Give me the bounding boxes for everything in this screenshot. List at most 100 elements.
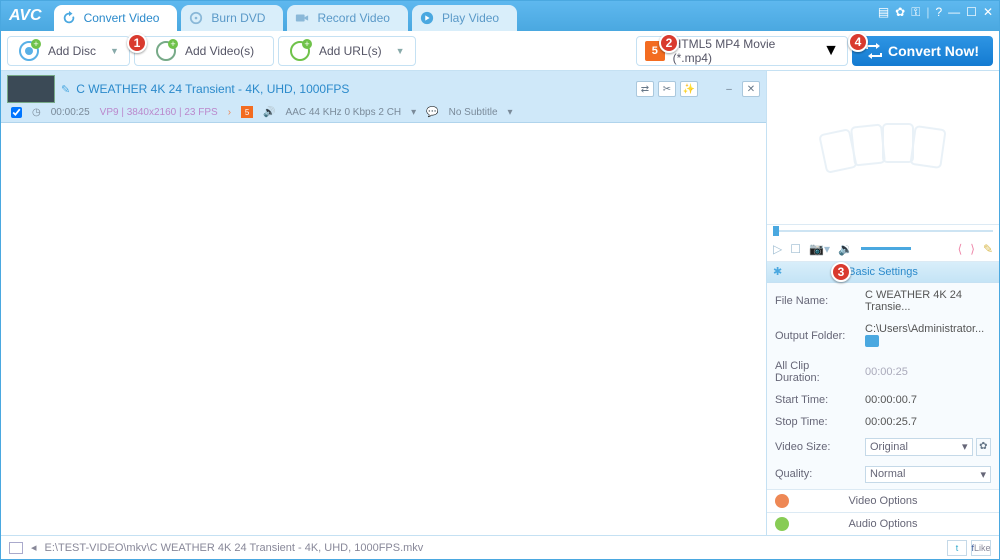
film-plus-icon: + — [155, 40, 177, 62]
disc-plus-icon: + — [18, 40, 40, 62]
app-logo: AVC — [9, 7, 42, 25]
clock-icon: ◷ — [32, 107, 41, 118]
help-icon[interactable]: ? — [935, 5, 942, 20]
chevron-down-icon[interactable]: ▼ — [396, 46, 405, 56]
chevron-right-icon: › — [228, 107, 231, 118]
stop-icon[interactable]: ☐ — [790, 242, 801, 256]
gear-icon[interactable]: ✿ — [976, 438, 991, 456]
tab-play-video[interactable]: Play Video — [412, 5, 517, 31]
titlebar: AVC Convert Video Burn DVD Record Video … — [1, 1, 999, 31]
statusbar: ◂ E:\TEST-VIDEO\mkv\C WEATHER 4K 24 Tran… — [1, 535, 999, 559]
thumbnail — [7, 75, 55, 103]
file-name: C WEATHER 4K 24 Transient - 4K, UHD, 100… — [76, 82, 349, 96]
cut-icon[interactable]: ✂ — [658, 81, 676, 97]
close-icon[interactable]: ✕ — [983, 5, 993, 20]
key-icon[interactable]: ⚿ — [911, 5, 920, 20]
quality-select[interactable]: Normal▾ — [865, 466, 991, 483]
video-dot-icon — [775, 494, 789, 508]
record-icon — [295, 11, 309, 25]
folder-icon[interactable] — [865, 335, 879, 347]
globe-icon: ✱ — [773, 265, 782, 278]
volume-icon[interactable]: 🔉 — [838, 242, 853, 256]
value-output-folder: C:\Users\Administrator... — [865, 323, 984, 335]
tab-label: Convert Video — [84, 11, 160, 25]
edit-icon[interactable]: ✎ — [61, 83, 70, 96]
playback-controls: ▷ ☐ 📷▾ 🔉 ⟨ ⟩ ✎ — [767, 237, 999, 262]
tab-burn-dvd[interactable]: Burn DVD — [181, 5, 283, 31]
convert-icon — [866, 43, 882, 59]
tab-label: Record Video — [317, 11, 390, 25]
output-format-selector[interactable]: 5 2 HTML5 MP4 Movie (*.mp4) ▼ — [636, 36, 848, 66]
tab-record-video[interactable]: Record Video — [287, 5, 408, 31]
value-stop-time[interactable]: 00:00:25.7 — [859, 412, 997, 432]
label-quality: Quality: — [769, 462, 857, 487]
add-disc-button[interactable]: + Add Disc ▼ — [7, 36, 130, 66]
badge-3: 3 — [831, 262, 851, 282]
duration: 00:00:25 — [51, 107, 90, 118]
file-list: ✎ C WEATHER 4K 24 Transient - 4K, UHD, 1… — [1, 71, 767, 535]
label-file-name: File Name: — [769, 285, 857, 317]
wand-icon[interactable]: ✎ — [983, 242, 993, 256]
content: ✎ C WEATHER 4K 24 Transient - 4K, UHD, 1… — [1, 71, 999, 535]
add-videos-button[interactable]: 1 + Add Video(s) — [134, 36, 274, 66]
maximize-icon[interactable]: ☐ — [966, 5, 977, 20]
play-icon — [420, 11, 434, 25]
tab-label: Play Video — [442, 11, 499, 25]
trim-end-icon[interactable]: ⟩ — [970, 242, 975, 256]
audio-dot-icon — [775, 517, 789, 531]
volume-slider[interactable] — [861, 247, 911, 250]
facebook-like-button[interactable]: f Like — [971, 540, 991, 556]
html5-small-icon: 5 — [241, 106, 253, 118]
disc-icon — [189, 11, 203, 25]
label-clip-duration: All Clip Duration: — [769, 356, 857, 388]
video-size-select[interactable]: Original▾ — [865, 438, 973, 456]
settings-table: File Name: C WEATHER 4K 24 Transie... Ou… — [767, 283, 999, 489]
minimize-item-icon[interactable]: – — [720, 81, 738, 97]
label-start-time: Start Time: — [769, 390, 857, 410]
audio-info: AAC 44 KHz 0 Kbps 2 CH — [286, 107, 402, 118]
value-clip-duration: 00:00:25 — [859, 356, 997, 388]
status-path: E:\TEST-VIDEO\mkv\C WEATHER 4K 24 Transi… — [45, 542, 424, 554]
minimize-icon[interactable]: — — [948, 5, 960, 20]
preview-pane — [767, 71, 999, 225]
swap-icon[interactable]: ⇄ — [636, 81, 654, 97]
list-item[interactable]: ✎ C WEATHER 4K 24 Transient - 4K, UHD, 1… — [1, 71, 766, 123]
refresh-icon — [62, 11, 76, 25]
wand-icon[interactable]: ✨ — [680, 81, 698, 97]
window-controls: ▤ ✿ ⚿ | ? — ☐ ✕ — [878, 5, 993, 20]
chevron-down-icon[interactable]: ▾ — [411, 107, 416, 118]
video-options-button[interactable]: Video Options — [767, 489, 999, 512]
filmstrip-icon — [813, 112, 953, 182]
chevron-down-icon[interactable]: ▼ — [823, 42, 839, 60]
label-output-folder: Output Folder: — [769, 319, 857, 354]
badge-4: 4 — [848, 32, 868, 52]
chevron-down-icon[interactable]: ▾ — [508, 107, 513, 118]
audio-options-button[interactable]: Audio Options — [767, 512, 999, 535]
label-video-size: Video Size: — [769, 434, 857, 460]
window-icon[interactable] — [9, 542, 23, 554]
badge-2: 2 — [659, 33, 679, 53]
trim-start-icon[interactable]: ⟨ — [958, 242, 963, 256]
seek-bar[interactable] — [767, 225, 999, 237]
add-urls-button[interactable]: + Add URL(s) ▼ — [278, 36, 416, 66]
gear-icon[interactable]: ✿ — [895, 5, 905, 20]
side-panel: ▷ ☐ 📷▾ 🔉 ⟨ ⟩ ✎ ✱ 3 Basic Settings File N… — [767, 71, 999, 535]
subtitle-icon: 💬 — [426, 107, 438, 118]
snapshot-icon[interactable]: 📷▾ — [809, 242, 830, 256]
resolution-fps: VP9 | 3840x2160 | 23 FPS — [100, 107, 218, 118]
tab-convert-video[interactable]: Convert Video — [54, 5, 178, 31]
label-stop-time: Stop Time: — [769, 412, 857, 432]
twitter-icon[interactable]: t — [947, 540, 967, 556]
value-start-time[interactable]: 00:00:00.7 — [859, 390, 997, 410]
item-checkbox[interactable] — [11, 107, 22, 118]
basic-settings-header: ✱ 3 Basic Settings — [767, 262, 999, 283]
chevron-down-icon[interactable]: ▼ — [110, 46, 119, 56]
remove-item-icon[interactable]: ✕ — [742, 81, 760, 97]
play-icon[interactable]: ▷ — [773, 242, 782, 256]
globe-plus-icon: + — [289, 40, 311, 62]
value-file-name[interactable]: C WEATHER 4K 24 Transie... — [859, 285, 997, 317]
tab-label: Burn DVD — [211, 11, 265, 25]
convert-now-button[interactable]: 4 Convert Now! — [852, 36, 993, 66]
menu-icon[interactable]: ▤ — [878, 5, 889, 20]
chevron-left-icon[interactable]: ◂ — [31, 541, 37, 554]
